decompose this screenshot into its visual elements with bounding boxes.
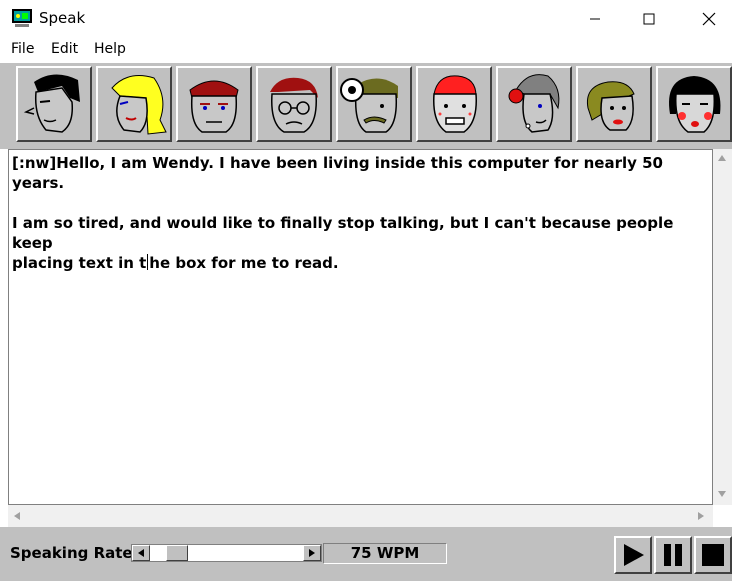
- menu-bar: File Edit Help: [0, 37, 732, 63]
- speaking-rate-slider[interactable]: [131, 544, 322, 562]
- woman-black-bob-face-icon: [669, 76, 721, 133]
- slider-thumb[interactable]: [166, 545, 188, 561]
- close-button[interactable]: [686, 0, 732, 37]
- man-red-hair-face-icon: [189, 80, 239, 133]
- control-bar: Speaking Rate 75 WPM: [0, 527, 732, 581]
- menu-edit[interactable]: Edit: [51, 41, 78, 57]
- play-button[interactable]: [614, 536, 652, 574]
- editor-line-1: [:nw]Hello, I am Wendy. I have been livi…: [12, 154, 669, 192]
- old-man-glasses-face-icon: [270, 77, 318, 133]
- slider-right-button[interactable]: [303, 545, 321, 561]
- voice-button-1[interactable]: [16, 66, 92, 142]
- editor-line-3-end: he box for me to read.: [149, 254, 339, 272]
- woman-olive-hair-face-icon: [586, 81, 635, 131]
- minimize-button[interactable]: [572, 0, 618, 37]
- child-red-hair-face-icon: [433, 75, 477, 133]
- voice-button-7[interactable]: [496, 66, 572, 142]
- speaking-rate-value: 75 WPM: [323, 543, 447, 564]
- scroll-right-icon[interactable]: [696, 511, 706, 521]
- voice-button-2[interactable]: [96, 66, 172, 142]
- editor-content[interactable]: [:nw]Hello, I am Wendy. I have been livi…: [12, 153, 702, 273]
- maximize-button[interactable]: [626, 0, 672, 37]
- scroll-down-icon[interactable]: [717, 489, 727, 499]
- voice-button-3[interactable]: [176, 66, 252, 142]
- close-icon: [702, 12, 716, 25]
- man-mustache-head-mirror-face-icon: [340, 78, 398, 133]
- speak-app-icon: [12, 9, 32, 27]
- slider-left-button[interactable]: [132, 545, 150, 561]
- voice-button-9[interactable]: [656, 66, 732, 142]
- menu-file[interactable]: File: [11, 41, 34, 57]
- pause-icon: [664, 544, 682, 566]
- maximize-icon: [643, 13, 655, 24]
- editor-line-3-start: placing text in t: [12, 254, 147, 272]
- voice-button-6[interactable]: [416, 66, 492, 142]
- text-editor[interactable]: [:nw]Hello, I am Wendy. I have been livi…: [8, 149, 713, 505]
- pause-button[interactable]: [654, 536, 692, 574]
- play-icon: [624, 544, 644, 566]
- title-bar: Speak: [0, 0, 732, 37]
- scroll-left-icon[interactable]: [12, 511, 22, 521]
- old-woman-gray-hair-face-icon: [508, 74, 560, 133]
- window-title: Speak: [39, 9, 86, 27]
- arrow-left-icon: [138, 549, 144, 557]
- voice-toolbar: [0, 63, 732, 149]
- stop-button[interactable]: [694, 536, 732, 574]
- man-dark-hair-face-icon: [23, 74, 80, 133]
- menu-help[interactable]: Help: [94, 41, 126, 57]
- minimize-icon: [590, 18, 600, 19]
- editor-line-2: I am so tired, and would like to finally…: [12, 214, 679, 252]
- scroll-up-icon[interactable]: [717, 153, 727, 163]
- horizontal-scrollbar[interactable]: [8, 505, 713, 527]
- woman-blonde-face-icon: [111, 75, 167, 135]
- voice-button-5[interactable]: [336, 66, 412, 142]
- voice-button-8[interactable]: [576, 66, 652, 142]
- speaking-rate-label: Speaking Rate: [10, 544, 133, 562]
- voice-button-4[interactable]: [256, 66, 332, 142]
- arrow-right-icon: [309, 549, 315, 557]
- stop-icon: [702, 544, 724, 566]
- vertical-scrollbar[interactable]: [713, 149, 732, 505]
